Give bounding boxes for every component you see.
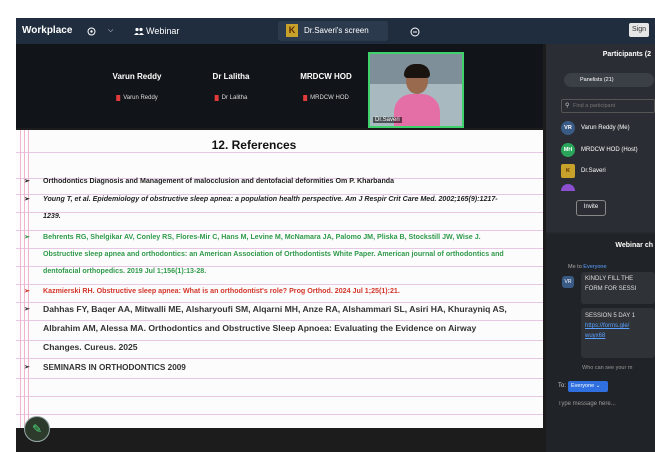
participant-name: Dr Lalitha [212, 72, 250, 81]
ruled-line [16, 414, 543, 415]
chat-link[interactable]: https://forms.gle/ wuyx68 [585, 321, 651, 341]
bullet-arrow-icon: ➢ [24, 178, 30, 185]
reference-item: ➢ Young T, et al. Epidemiology of obstru… [24, 191, 512, 225]
reference-text: Dahhas FY, Baqer AA, Mitwalli ME, Alshar… [43, 304, 507, 352]
video-strip: Varun Reddy Varun Reddy Dr Lalitha Dr La… [16, 44, 543, 128]
participants-header: Participants (2 [602, 51, 651, 58]
active-speaker-video[interactable]: Dr.Saveri [368, 52, 464, 128]
reference-text: Young T, et al. Epidemiology of obstruct… [43, 195, 498, 220]
shared-slide: 12. References ➢ Orthodontics Diagnosis … [16, 130, 543, 428]
reference-text: Behrents RG, Shelgikar AV, Conley RS, Fl… [43, 233, 504, 275]
reference-item: ➢ Orthodontics Diagnosis and Management … [24, 173, 512, 190]
tab-panelists[interactable]: Panelists (21) [564, 73, 654, 87]
participant-name: Varun Reddy (Me) [581, 125, 630, 131]
reference-text: Kazmierski RH. Obstructive sleep apnea: … [43, 287, 400, 295]
participant-name: MRDCW HOD [300, 72, 352, 81]
participants-panel: Participants (2 Panelists (21) ⚲ VR Varu… [546, 44, 655, 232]
chat-visibility-hint[interactable]: Who can see your m [582, 365, 632, 371]
reference-text: SEMINARS IN ORTHODONTICS 2009 [43, 363, 186, 372]
chat-meta-recipient: Everyone [583, 264, 607, 270]
chat-panel: Webinar ch Me to Everyone VR KINDLY FILL… [546, 234, 655, 452]
chat-message-input[interactable] [558, 398, 653, 410]
chat-to-label: To: [558, 383, 567, 389]
avatar: VR [561, 121, 575, 135]
ruled-line [16, 152, 543, 153]
camera-icon[interactable] [86, 18, 98, 44]
screen-share-tab[interactable]: K Dr.Saveri's screen [278, 21, 388, 41]
bullet-arrow-icon: ➢ [24, 288, 30, 295]
participant-name: MRDCW HOD (Host) [581, 147, 638, 153]
side-panel: Participants (2 Panelists (21) ⚲ VR Varu… [546, 44, 655, 452]
speaker-hair [404, 64, 430, 78]
screen-share-label: Dr.Saveri's screen [304, 26, 369, 35]
ruled-line [16, 378, 543, 379]
tab-panelists-label: Panelists (21) [580, 77, 614, 83]
reference-item: ➢ Dahhas FY, Baqer AA, Mitwalli ME, Alsh… [24, 300, 512, 357]
participant-row[interactable]: MH MRDCW HOD (Host) [561, 142, 655, 158]
chat-meta-prefix: Me to [568, 264, 584, 270]
presenter-badge: K [286, 24, 298, 37]
invite-button[interactable]: Invite [576, 200, 606, 216]
active-speaker-tag: Dr.Saveri [373, 117, 402, 123]
reference-text: Orthodontics Diagnosis and Management of… [43, 177, 395, 185]
chat-meta: Me to Everyone [568, 264, 607, 270]
slide-title: 12. References [211, 138, 297, 152]
reference-item: ➢ Kazmierski RH. Obstructive sleep apnea… [24, 283, 512, 300]
chevron-down-icon[interactable]: ⌵ [108, 18, 113, 44]
reference-item: ➢ SEMINARS IN ORTHODONTICS 2009 [24, 359, 512, 376]
record-icon[interactable] [410, 18, 420, 44]
participant-tag: Dr Lalitha [214, 93, 247, 103]
bullet-arrow-icon: ➢ [24, 306, 30, 313]
avatar: K [561, 164, 575, 178]
chat-message: KINDLY FILL THE FORM FOR SESSI [581, 272, 655, 304]
participant-tag: Varun Reddy [116, 93, 158, 103]
chat-header: Webinar ch [615, 242, 653, 249]
search-icon: ⚲ [565, 103, 570, 109]
bullet-arrow-icon: ➢ [24, 364, 30, 371]
participant-row[interactable]: K Dr.Saveri [561, 163, 655, 179]
avatar [561, 184, 575, 191]
search-input[interactable] [573, 100, 653, 112]
chat-message: SESSION 5 DAY 1 https://forms.gle/ wuyx6… [581, 308, 655, 358]
participant-search: ⚲ [561, 99, 655, 113]
participant-row[interactable]: VR Varun Reddy (Me) [561, 120, 655, 136]
participant-tag: MRDCW HOD [303, 93, 349, 103]
pencil-icon[interactable]: ✎ [24, 416, 50, 442]
bullet-arrow-icon: ➢ [24, 234, 30, 241]
top-bar: Workplace ⌵ Webinar K Dr.Saveri's screen… [16, 18, 655, 44]
avatar: VR [562, 276, 574, 288]
avatar: MH [561, 143, 575, 157]
video-tile[interactable]: Dr Lalitha Dr Lalitha [176, 44, 286, 128]
recipient-dropdown[interactable]: Everyone ⌄ [568, 381, 608, 392]
app-title: Workplace [22, 25, 73, 36]
margin-line [20, 130, 21, 428]
webinar-label[interactable]: Webinar [146, 18, 179, 44]
people-icon [134, 18, 144, 44]
ruled-line [16, 396, 543, 397]
zoom-window: Workplace ⌵ Webinar K Dr.Saveri's screen… [16, 18, 655, 452]
sign-button[interactable]: Sign [629, 23, 649, 37]
chat-message-text: SESSION 5 DAY 1 [585, 313, 636, 319]
participant-name: Dr.Saveri [581, 168, 606, 174]
reference-item: ➢ Behrents RG, Shelgikar AV, Conley RS, … [24, 229, 512, 280]
bullet-arrow-icon: ➢ [24, 196, 30, 203]
video-tile[interactable]: MRDCW HOD MRDCW HOD [271, 44, 381, 128]
